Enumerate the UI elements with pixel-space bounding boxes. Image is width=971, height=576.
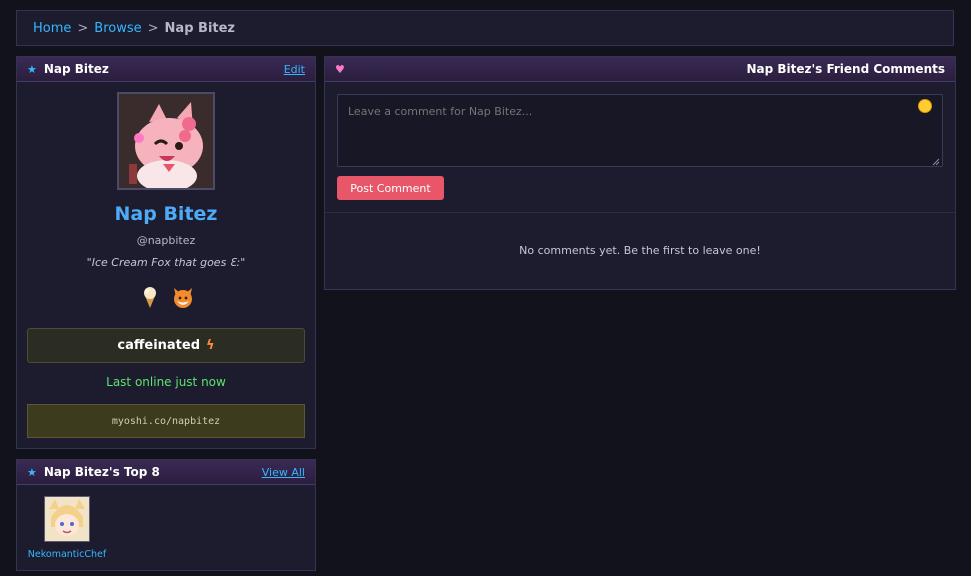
- breadcrumb-browse-link[interactable]: Browse: [94, 21, 141, 36]
- username-handle: @napbitez: [136, 234, 196, 247]
- online-status: Last online just now: [106, 375, 226, 389]
- profile-avatar: [117, 92, 215, 190]
- resize-handle-icon[interactable]: [932, 158, 940, 166]
- star-icon: ★: [27, 62, 37, 76]
- lightning-icon: ϟ: [206, 338, 215, 353]
- friend-card[interactable]: NekomanticChef: [27, 496, 107, 560]
- comments-panel-title: Nap Bitez's Friend Comments: [746, 62, 945, 76]
- edit-profile-link[interactable]: Edit: [284, 63, 305, 76]
- fox-icon: [171, 285, 193, 309]
- breadcrumb-current: Nap Bitez: [164, 20, 235, 36]
- heart-icon: ♥: [335, 62, 345, 76]
- profile-panel: ★ Nap Bitez Edit Nap Bitez @napbitez "Ic…: [16, 56, 316, 449]
- top8-panel: ★ Nap Bitez's Top 8 View All NekomanticC…: [16, 459, 316, 571]
- breadcrumb-separator: >: [77, 20, 89, 36]
- post-comment-button[interactable]: Post Comment: [337, 176, 444, 200]
- breadcrumb-separator: >: [147, 20, 159, 36]
- profile-tagline: "Ice Cream Fox that goes Ɛ:": [86, 256, 246, 269]
- ice-cream-icon: [139, 285, 161, 309]
- breadcrumb-home-link[interactable]: Home: [33, 21, 71, 36]
- comments-panel: ♥ Nap Bitez's Friend Comments Post Comme…: [324, 56, 956, 290]
- chef-avatar-icon: [45, 497, 89, 541]
- empty-comments-message: No comments yet. Be the first to leave o…: [519, 244, 761, 257]
- top8-panel-header: ★ Nap Bitez's Top 8 View All: [17, 460, 315, 485]
- top8-panel-title: Nap Bitez's Top 8: [43, 465, 160, 479]
- mood-text: caffeinated: [117, 338, 201, 353]
- profile-panel-header: ★ Nap Bitez Edit: [17, 57, 315, 82]
- fox-avatar-icon: [119, 94, 213, 188]
- profile-url[interactable]: myoshi.co/napbitez: [27, 404, 305, 438]
- friend-avatar[interactable]: [44, 496, 90, 542]
- comments-panel-header: ♥ Nap Bitez's Friend Comments: [325, 57, 955, 82]
- friend-name[interactable]: NekomanticChef: [27, 549, 107, 560]
- view-all-link[interactable]: View All: [262, 466, 305, 479]
- mood-box: caffeinated ϟ: [27, 328, 305, 363]
- breadcrumb: Home > Browse > Nap Bitez: [16, 10, 954, 46]
- profile-panel-title: Nap Bitez: [43, 62, 109, 76]
- star-icon: ★: [27, 465, 37, 479]
- profile-emojis: [17, 285, 315, 309]
- comment-input[interactable]: [337, 94, 943, 167]
- divider: [325, 212, 955, 213]
- emoji-picker-icon[interactable]: [918, 99, 932, 113]
- display-name: Nap Bitez: [114, 203, 218, 225]
